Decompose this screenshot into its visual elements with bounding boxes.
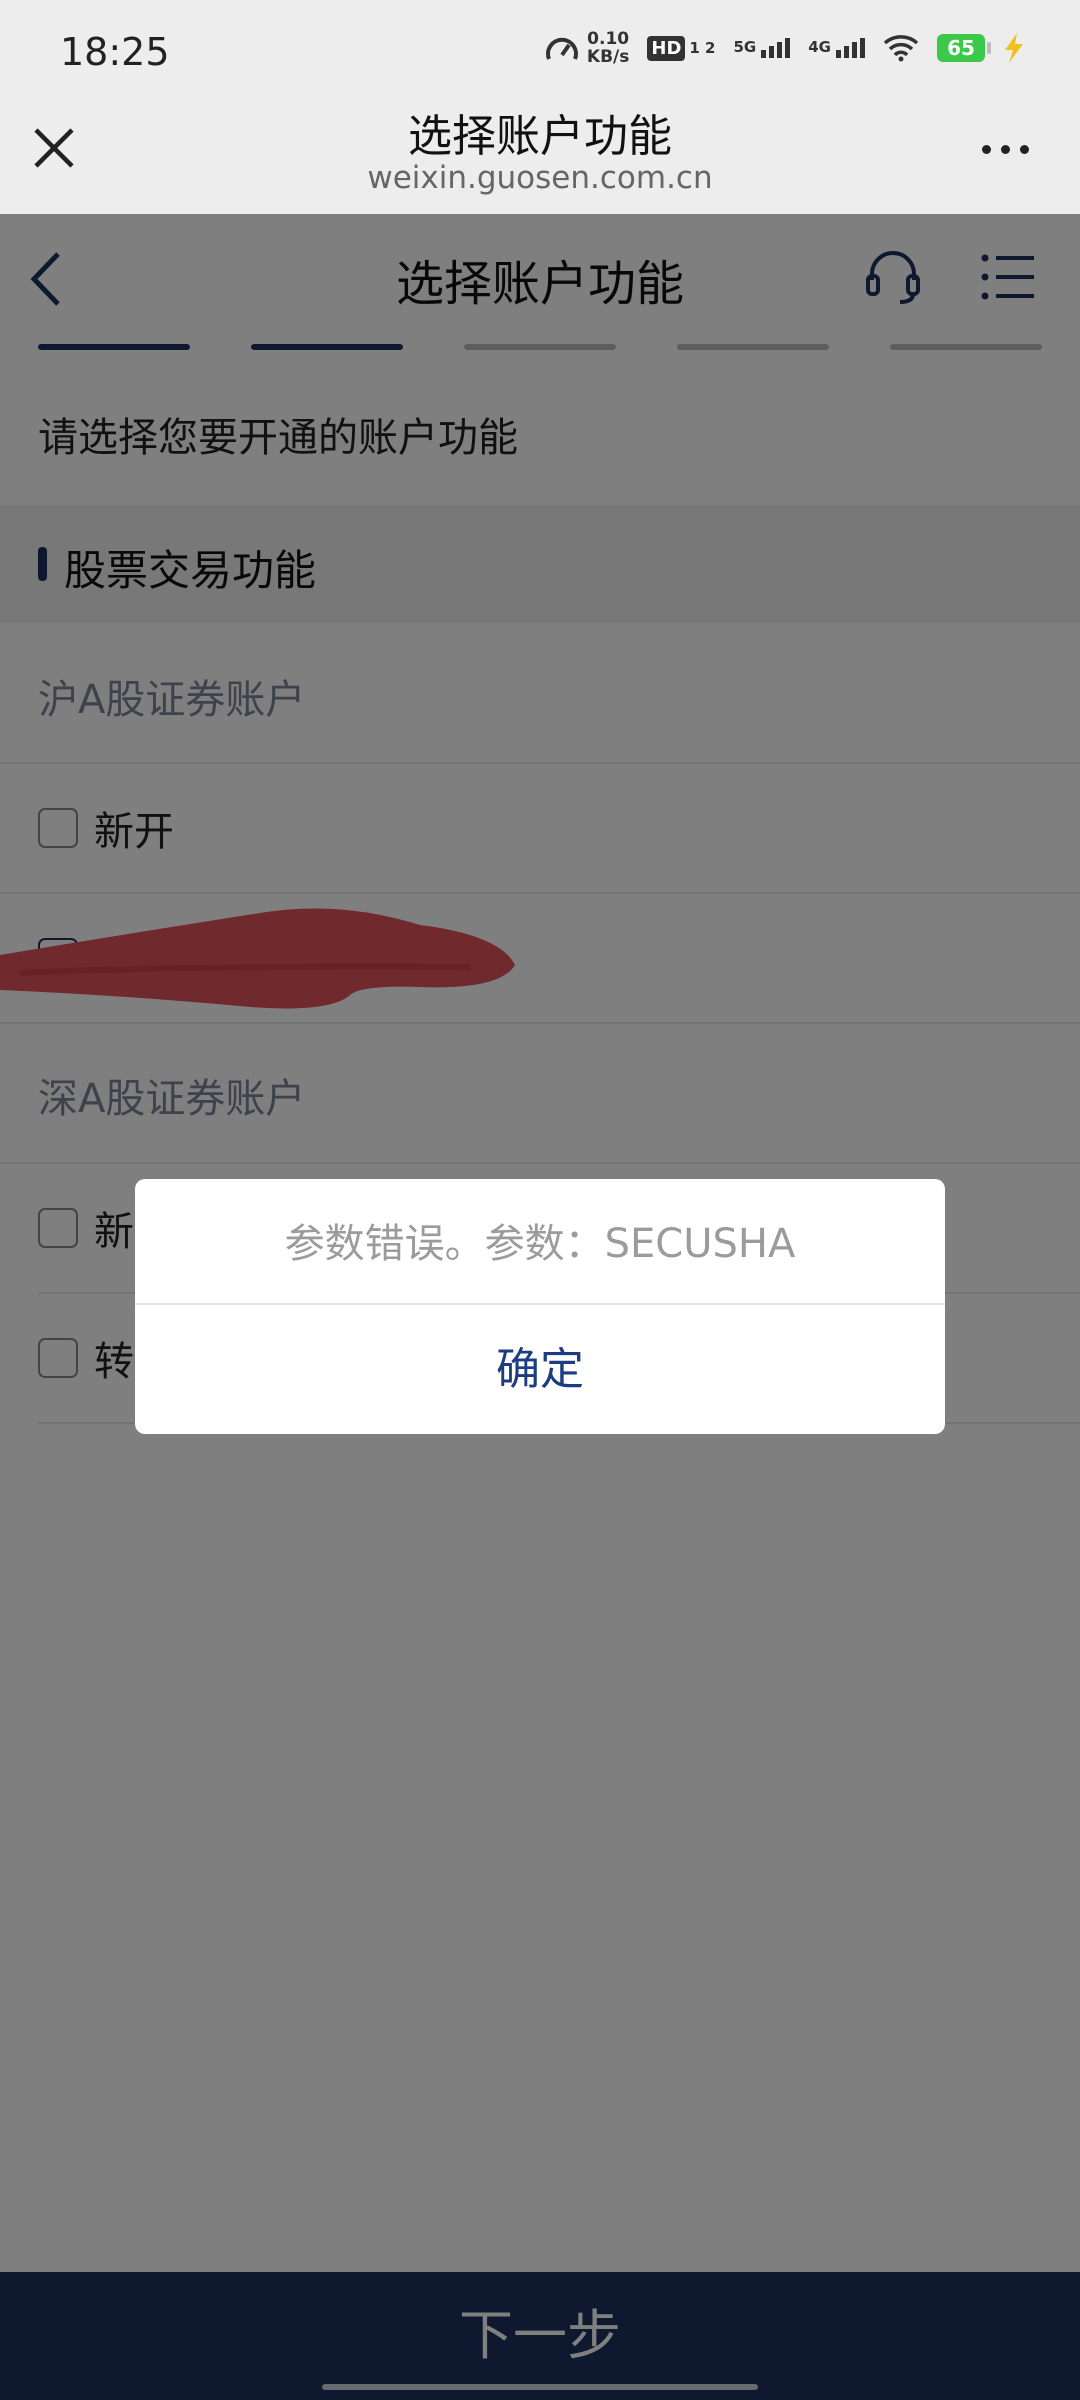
status-time: 18:25: [60, 30, 170, 74]
hd-badge: HD: [647, 35, 686, 61]
charging-bolt-icon: [1005, 33, 1023, 63]
close-button[interactable]: [26, 120, 82, 176]
more-options-button[interactable]: [970, 134, 1040, 164]
webview-domain: weixin.guosen.com.cn: [367, 160, 713, 196]
speed-value: 0.10: [587, 29, 630, 49]
signal-4g-label: 4G: [808, 38, 831, 56]
signal-5g-icon: 5G: [734, 38, 791, 58]
dialog-message: 参数错误。参数：SECUSHA: [284, 1221, 796, 1267]
battery-indicator: 65: [937, 34, 991, 62]
status-bar: 18:25 0.10 KB/s HD 1 2 5G 4G 65: [0, 0, 1080, 90]
speedometer-icon: [545, 37, 578, 60]
wifi-icon: [883, 35, 919, 62]
speed-unit: KB/s: [586, 47, 630, 67]
signal-5g-label: 5G: [733, 38, 757, 56]
network-speed: 0.10 KB/s: [545, 30, 629, 66]
more-dot-icon: [1000, 144, 1010, 154]
confirm-button[interactable]: 确定: [135, 1305, 945, 1434]
error-dialog: 参数错误。参数：SECUSHA 确定: [135, 1179, 945, 1434]
status-icons: 0.10 KB/s HD 1 2 5G 4G 65: [545, 30, 1025, 66]
signal-4g-icon: 4G: [808, 38, 865, 58]
webview-title: 选择账户功能: [408, 111, 672, 162]
more-dot-icon: [981, 144, 991, 154]
webview-title-bar: 选择账户功能 weixin.guosen.com.cn: [0, 90, 1080, 214]
close-icon: [34, 128, 74, 168]
more-dot-icon: [1019, 144, 1029, 154]
sim-labels: 1 2: [689, 39, 716, 57]
